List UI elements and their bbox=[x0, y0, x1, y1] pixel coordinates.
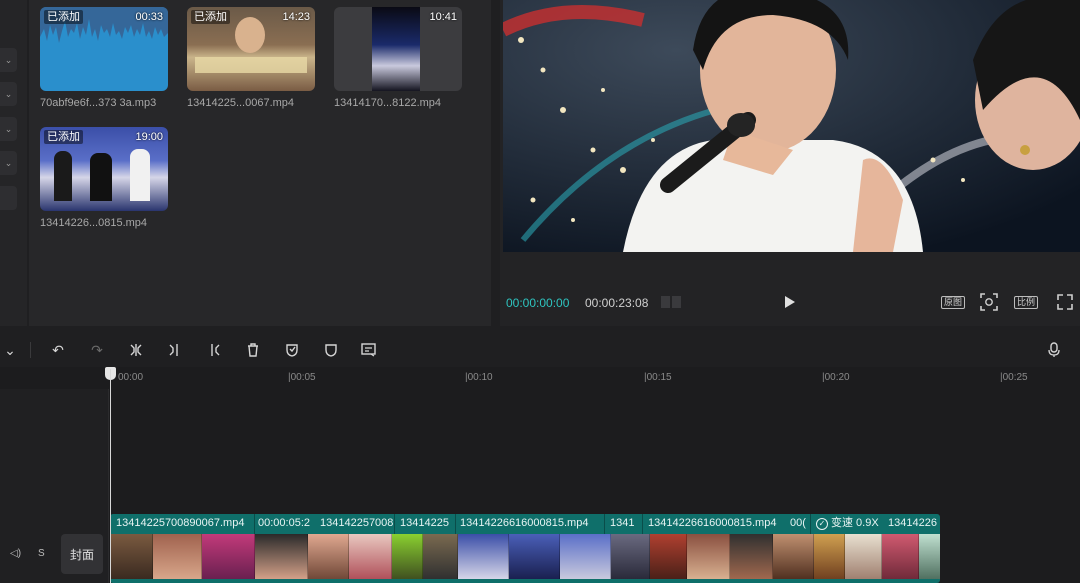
video-thumbnail: 已添加 19:00 bbox=[40, 127, 168, 211]
clip-label: 13414226616000815.mp4 bbox=[460, 517, 589, 529]
trim-right-icon[interactable] bbox=[204, 341, 224, 359]
added-badge: 已添加 bbox=[191, 10, 230, 24]
current-timecode: 00:00:00:00 bbox=[506, 296, 570, 310]
original-view-button[interactable]: 原图 bbox=[940, 292, 966, 312]
toolbar-divider bbox=[30, 342, 31, 358]
total-timecode: 00:00:23:08 bbox=[585, 296, 649, 310]
duration-label: 10:41 bbox=[429, 11, 457, 23]
duration-label: 14:23 bbox=[282, 11, 310, 23]
fullscreen-icon[interactable] bbox=[1054, 292, 1076, 312]
mask-icon[interactable] bbox=[282, 341, 302, 359]
video-thumbnail: 10:41 bbox=[334, 7, 462, 91]
original-view-label: 原图 bbox=[940, 295, 965, 309]
media-panel: 已添加 00:33 70abf9e6f...373 3a.mp3 已添加 14:… bbox=[29, 0, 491, 326]
play-icon[interactable] bbox=[778, 292, 800, 312]
playhead-line[interactable] bbox=[110, 369, 111, 583]
chevron-down-icon[interactable]: ⌄ bbox=[0, 151, 17, 175]
ruler-tick-label: |00:05 bbox=[288, 372, 316, 383]
undo-icon[interactable]: ↶ bbox=[48, 341, 68, 359]
timeline-toolbar: ⌄ ↶ ↷ bbox=[0, 333, 1080, 367]
clip-label: 1341 bbox=[610, 517, 635, 529]
timeline-ruler[interactable]: 00:00 |00:05 |00:10 |00:15 |00:20 |00:25 bbox=[0, 367, 1080, 389]
duration-label: 00:33 bbox=[135, 11, 163, 23]
video-track[interactable]: 13414225700890067.mp4 00:00:05:2 1341422… bbox=[110, 514, 940, 583]
chevron-down-icon[interactable]: ⌄ bbox=[0, 341, 20, 359]
audio-thumbnail: 已添加 00:33 bbox=[40, 7, 168, 91]
shield-icon[interactable] bbox=[321, 341, 341, 359]
media-item[interactable]: 已添加 00:33 70abf9e6f...373 3a.mp3 bbox=[40, 7, 170, 109]
left-sidebar-strip: ⌄ ⌄ ⌄ ⌄ bbox=[0, 0, 27, 326]
chevron-down-icon[interactable]: ⌄ bbox=[0, 82, 17, 106]
added-badge: 已添加 bbox=[44, 10, 83, 24]
clip-label: 00:00:05:2 bbox=[258, 517, 310, 529]
chevron-down-icon[interactable]: ⌄ bbox=[0, 117, 17, 141]
clip-label: 13414225700890067.mp4 bbox=[116, 517, 245, 529]
ruler-tick-label: 00:00 bbox=[118, 372, 144, 383]
media-item[interactable]: 已添加 14:23 13414225...0067.mp4 bbox=[187, 7, 317, 109]
video-thumbnail: 已添加 14:23 bbox=[187, 7, 315, 91]
zoom-fit-icon[interactable] bbox=[978, 292, 1000, 312]
media-filename: 70abf9e6f...373 3a.mp3 bbox=[40, 97, 157, 109]
clip-label: 00( bbox=[790, 517, 806, 529]
delete-icon[interactable] bbox=[243, 341, 263, 359]
added-badge: 已添加 bbox=[44, 130, 83, 144]
clip-label: 13414226 bbox=[888, 517, 937, 529]
trim-left-icon[interactable] bbox=[165, 341, 185, 359]
chevron-down-icon[interactable]: ⌄ bbox=[0, 48, 17, 72]
video-frame bbox=[503, 0, 1080, 252]
media-filename: 13414225...0067.mp4 bbox=[187, 97, 295, 109]
split-icon[interactable] bbox=[126, 341, 146, 359]
aspect-ratio-label: 比例 bbox=[1013, 295, 1038, 309]
mute-toggle[interactable]: ◁) bbox=[10, 548, 21, 559]
solo-toggle[interactable]: S bbox=[38, 548, 45, 559]
duration-label: 19:00 bbox=[135, 131, 163, 143]
cover-button[interactable]: 封面 bbox=[61, 534, 103, 574]
speed-label: ✓ 变速 0.9X bbox=[816, 516, 879, 531]
aspect-ratio-button[interactable]: 比例 bbox=[1012, 292, 1040, 312]
ruler-tick-label: |00:10 bbox=[465, 372, 493, 383]
sidebar-button[interactable] bbox=[0, 186, 17, 210]
clip-label: 13414226616000815.mp4 bbox=[648, 517, 777, 529]
video-preview[interactable] bbox=[503, 0, 1080, 252]
redo-icon[interactable]: ↷ bbox=[87, 341, 107, 359]
preview-controls: 00:00:00:00 00:00:23:08 原图 比例 bbox=[500, 252, 1080, 326]
media-item[interactable]: 10:41 13414170...8122.mp4 bbox=[334, 7, 464, 109]
media-item[interactable]: 已添加 19:00 13414226...0815.mp4 bbox=[40, 127, 170, 229]
clip-thumbnails bbox=[110, 534, 940, 579]
microphone-icon[interactable] bbox=[1044, 341, 1064, 359]
media-filename: 13414170...8122.mp4 bbox=[334, 97, 442, 109]
timecode-format-icon[interactable] bbox=[660, 292, 682, 312]
speed-text: 变速 0.9X bbox=[831, 517, 879, 529]
ruler-tick-label: |00:25 bbox=[1000, 372, 1028, 383]
clip-label: 13414225 bbox=[400, 517, 449, 529]
clip-label: 134142257008 bbox=[320, 517, 394, 529]
speed-icon: ✓ bbox=[816, 518, 828, 530]
subtitle-icon[interactable] bbox=[359, 341, 379, 359]
media-filename: 13414226...0815.mp4 bbox=[40, 217, 148, 229]
preview-panel: 00:00:00:00 00:00:23:08 原图 比例 bbox=[500, 0, 1080, 326]
ruler-tick-label: |00:15 bbox=[644, 372, 672, 383]
ruler-tick-label: |00:20 bbox=[822, 372, 850, 383]
